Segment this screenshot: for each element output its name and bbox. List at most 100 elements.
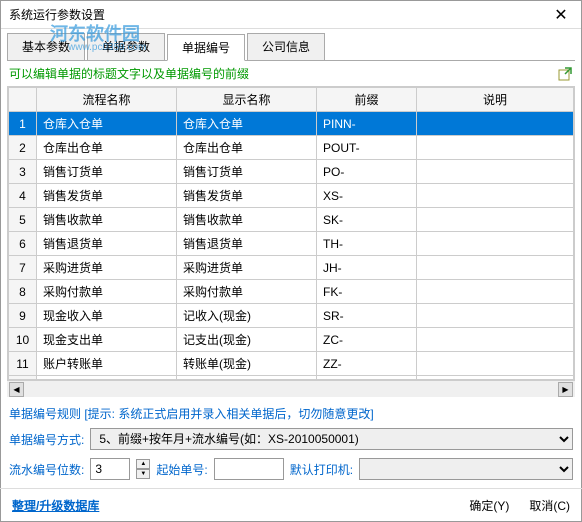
cell-prefix[interactable]: ZC- bbox=[317, 328, 417, 352]
cell-prefix[interactable]: SK- bbox=[317, 208, 417, 232]
spinner-down-icon[interactable]: ▼ bbox=[136, 469, 150, 479]
cell-rownum: 12 bbox=[9, 376, 37, 381]
printer-select[interactable] bbox=[359, 458, 573, 480]
cell-prefix[interactable]: PINN- bbox=[317, 112, 417, 136]
cell-display[interactable]: 转账单(现金) bbox=[177, 352, 317, 376]
cell-desc[interactable] bbox=[417, 136, 574, 160]
cell-process[interactable]: 发票管理 bbox=[37, 376, 177, 381]
close-button[interactable]: ✕ bbox=[541, 1, 581, 29]
start-label: 起始单号: bbox=[156, 461, 207, 478]
cell-rownum: 11 bbox=[9, 352, 37, 376]
start-input[interactable] bbox=[214, 458, 284, 480]
scroll-left-icon[interactable]: ◀ bbox=[9, 382, 24, 397]
cell-prefix[interactable]: ZZ- bbox=[317, 352, 417, 376]
tab-billnum[interactable]: 单据编号 bbox=[167, 34, 245, 61]
cell-process[interactable]: 销售订货单 bbox=[37, 160, 177, 184]
cell-process[interactable]: 账户转账单 bbox=[37, 352, 177, 376]
cell-prefix[interactable]: FP- bbox=[317, 376, 417, 381]
export-icon[interactable] bbox=[557, 66, 573, 82]
cell-desc[interactable] bbox=[417, 112, 574, 136]
cell-display[interactable]: 仓库出仓单 bbox=[177, 136, 317, 160]
table-row[interactable]: 12发票管理发票管理FP- bbox=[9, 376, 574, 381]
rules-title: 单据编号规则 [提示: 系统正式启用并录入相关单据后，切勿随意更改] bbox=[9, 403, 573, 424]
cell-desc[interactable] bbox=[417, 304, 574, 328]
upgrade-link[interactable]: 整理/升级数据库 bbox=[12, 497, 99, 514]
cell-prefix[interactable]: PO- bbox=[317, 160, 417, 184]
header-prefix[interactable]: 前缀 bbox=[317, 88, 417, 112]
table-row[interactable]: 9现金收入单记收入(现金)SR- bbox=[9, 304, 574, 328]
tab-company[interactable]: 公司信息 bbox=[247, 33, 325, 60]
cell-desc[interactable] bbox=[417, 160, 574, 184]
cell-rownum: 7 bbox=[9, 256, 37, 280]
cell-desc[interactable] bbox=[417, 232, 574, 256]
cell-display[interactable]: 销售订货单 bbox=[177, 160, 317, 184]
bottom-bar: 整理/升级数据库 确定(Y) 取消(C) bbox=[0, 488, 582, 522]
header-process[interactable]: 流程名称 bbox=[37, 88, 177, 112]
table-row[interactable]: 3销售订货单销售订货单PO- bbox=[9, 160, 574, 184]
table-row[interactable]: 11账户转账单转账单(现金)ZZ- bbox=[9, 352, 574, 376]
cell-process[interactable]: 销售发货单 bbox=[37, 184, 177, 208]
horizontal-scrollbar[interactable]: ◀ ▶ bbox=[7, 380, 575, 397]
cell-display[interactable]: 记收入(现金) bbox=[177, 304, 317, 328]
cell-display[interactable]: 采购付款单 bbox=[177, 280, 317, 304]
scroll-right-icon[interactable]: ▶ bbox=[558, 382, 573, 397]
method-label: 单据编号方式: bbox=[9, 431, 84, 448]
cell-process[interactable]: 销售收款单 bbox=[37, 208, 177, 232]
header-display[interactable]: 显示名称 bbox=[177, 88, 317, 112]
cancel-button[interactable]: 取消(C) bbox=[529, 497, 570, 514]
cell-display[interactable]: 销售发货单 bbox=[177, 184, 317, 208]
table-row[interactable]: 1仓库入仓单仓库入仓单PINN- bbox=[9, 112, 574, 136]
cell-display[interactable]: 记支出(现金) bbox=[177, 328, 317, 352]
header-desc[interactable]: 说明 bbox=[417, 88, 574, 112]
serial-input[interactable] bbox=[90, 458, 130, 480]
table-row[interactable]: 5销售收款单销售收款单SK- bbox=[9, 208, 574, 232]
cell-process[interactable]: 现金支出单 bbox=[37, 328, 177, 352]
table-row[interactable]: 7采购进货单采购进货单JH- bbox=[9, 256, 574, 280]
cell-display[interactable]: 发票管理 bbox=[177, 376, 317, 381]
ok-button[interactable]: 确定(Y) bbox=[469, 497, 509, 514]
cell-prefix[interactable]: SR- bbox=[317, 304, 417, 328]
cell-rownum: 10 bbox=[9, 328, 37, 352]
cell-display[interactable]: 销售收款单 bbox=[177, 208, 317, 232]
serial-spinner[interactable]: ▲ ▼ bbox=[136, 459, 150, 479]
tabs: 基本参数 单据参数 单据编号 公司信息 bbox=[1, 29, 581, 60]
table-row[interactable]: 4销售发货单销售发货单XS- bbox=[9, 184, 574, 208]
cell-desc[interactable] bbox=[417, 280, 574, 304]
cell-display[interactable]: 仓库入仓单 bbox=[177, 112, 317, 136]
cell-desc[interactable] bbox=[417, 376, 574, 381]
tab-basic[interactable]: 基本参数 bbox=[7, 33, 85, 60]
spinner-up-icon[interactable]: ▲ bbox=[136, 459, 150, 469]
cell-desc[interactable] bbox=[417, 208, 574, 232]
table-row[interactable]: 8采购付款单采购付款单FK- bbox=[9, 280, 574, 304]
cell-prefix[interactable]: TH- bbox=[317, 232, 417, 256]
cell-prefix[interactable]: JH- bbox=[317, 256, 417, 280]
cell-process[interactable]: 销售退货单 bbox=[37, 232, 177, 256]
tab-bill[interactable]: 单据参数 bbox=[87, 33, 165, 60]
cell-desc[interactable] bbox=[417, 184, 574, 208]
cell-desc[interactable] bbox=[417, 328, 574, 352]
cell-rownum: 3 bbox=[9, 160, 37, 184]
cell-process[interactable]: 仓库入仓单 bbox=[37, 112, 177, 136]
table-header-row: 流程名称 显示名称 前缀 说明 bbox=[9, 88, 574, 112]
cell-display[interactable]: 采购进货单 bbox=[177, 256, 317, 280]
cell-desc[interactable] bbox=[417, 256, 574, 280]
cell-process[interactable]: 采购进货单 bbox=[37, 256, 177, 280]
cell-prefix[interactable]: POUT- bbox=[317, 136, 417, 160]
table-row[interactable]: 6销售退货单销售退货单TH- bbox=[9, 232, 574, 256]
cell-desc[interactable] bbox=[417, 352, 574, 376]
rules-section: 单据编号规则 [提示: 系统正式启用并录入相关单据后，切勿随意更改] 单据编号方… bbox=[7, 397, 575, 490]
cell-prefix[interactable]: XS- bbox=[317, 184, 417, 208]
table-row[interactable]: 10现金支出单记支出(现金)ZC- bbox=[9, 328, 574, 352]
method-select[interactable]: 5、前缀+按年月+流水编号(如：XS-2010050001) bbox=[90, 428, 573, 450]
window-title: 系统运行参数设置 bbox=[9, 6, 105, 23]
cell-process[interactable]: 现金收入单 bbox=[37, 304, 177, 328]
cell-rownum: 5 bbox=[9, 208, 37, 232]
cell-display[interactable]: 销售退货单 bbox=[177, 232, 317, 256]
table-row[interactable]: 2仓库出仓单仓库出仓单POUT- bbox=[9, 136, 574, 160]
hint-row: 可以编辑单据的标题文字以及单据编号的前缀 bbox=[7, 61, 575, 86]
cell-prefix[interactable]: FK- bbox=[317, 280, 417, 304]
cell-process[interactable]: 仓库出仓单 bbox=[37, 136, 177, 160]
data-table[interactable]: 流程名称 显示名称 前缀 说明 1仓库入仓单仓库入仓单PINN-2仓库出仓单仓库… bbox=[7, 86, 575, 380]
cell-rownum: 6 bbox=[9, 232, 37, 256]
cell-process[interactable]: 采购付款单 bbox=[37, 280, 177, 304]
